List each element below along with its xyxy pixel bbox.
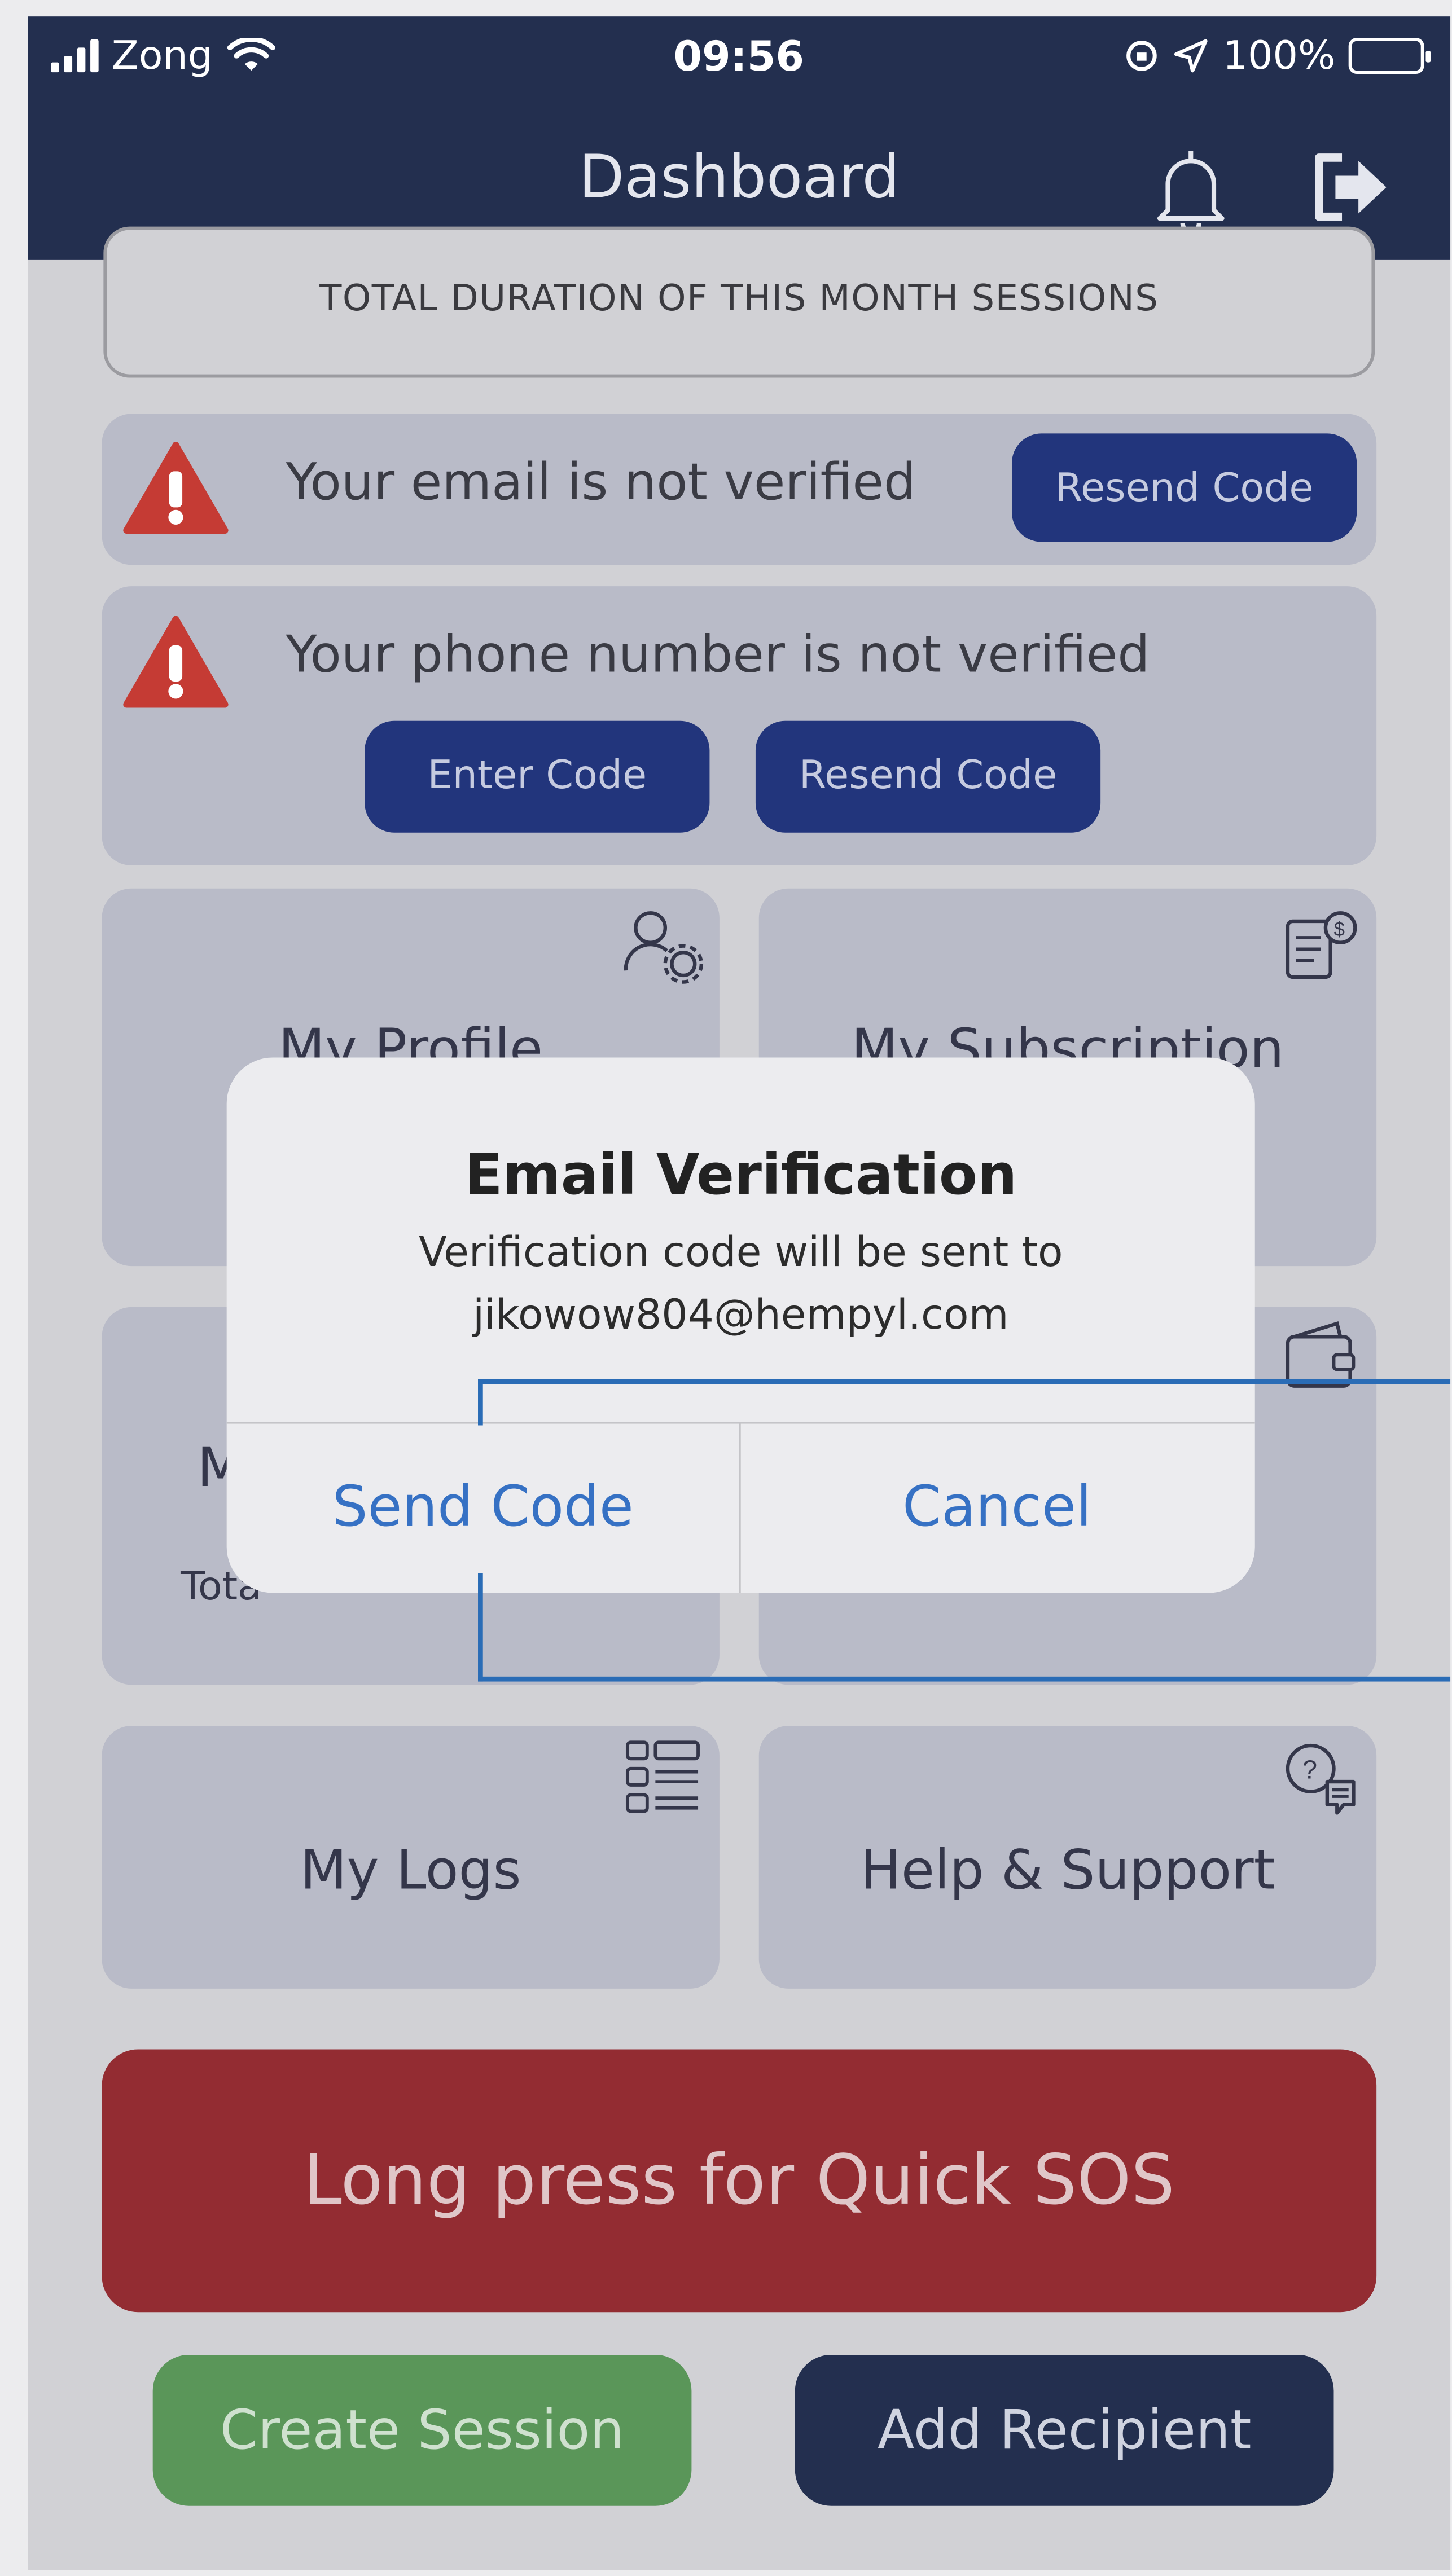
help-chat-icon: ? — [1286, 1743, 1356, 1815]
orientation-lock-icon — [1127, 41, 1157, 71]
email-resend-code-button[interactable]: Resend Code — [1011, 433, 1357, 542]
status-bar: Zong 09:56 100% — [28, 16, 1450, 99]
email-verification-dialog: Email Verification Verification code wil… — [226, 1057, 1255, 1593]
status-left: Zong — [51, 33, 275, 79]
dialog-message-line1: Verification code will be sent to — [418, 1228, 1063, 1276]
tile-my-logs[interactable]: My Logs — [102, 1726, 720, 1989]
annotation-line — [478, 1573, 483, 1682]
user-settings-icon — [624, 911, 704, 984]
warning-icon — [123, 441, 229, 534]
enter-code-button[interactable]: Enter Code — [365, 720, 710, 833]
send-code-button[interactable]: Send Code — [227, 1422, 739, 1593]
location-icon — [1174, 39, 1208, 73]
warning-icon — [123, 616, 229, 708]
list-icon — [625, 1740, 700, 1813]
tile-label: Help & Support — [860, 1838, 1275, 1902]
svg-text:$: $ — [1333, 918, 1344, 940]
dialog-title: Email Verification — [464, 1142, 1017, 1209]
status-right: 100% — [1124, 33, 1431, 79]
logout-icon[interactable] — [1309, 148, 1392, 227]
carrier-label: Zong — [111, 33, 213, 79]
phone-alert-card: Your phone number is not verified Enter … — [102, 586, 1377, 865]
bell-icon[interactable] — [1155, 144, 1227, 234]
email-alert-card: Your email is not verified Resend Code — [102, 414, 1377, 565]
battery-percent: 100% — [1222, 33, 1336, 79]
duration-summary: TOTAL DURATION OF THIS MONTH SESSIONS — [103, 226, 1375, 378]
create-session-button[interactable]: Create Session — [152, 2354, 692, 2506]
screen: Zong 09:56 100% Dashboard TOTAL DURATION… — [0, 0, 1452, 2576]
clock: 09:56 — [673, 33, 805, 81]
phone-screen: Zong 09:56 100% Dashboard TOTAL DURATION… — [28, 16, 1451, 2570]
invoice-icon: $ — [1286, 911, 1357, 979]
annotation-line — [478, 1676, 1451, 1682]
dialog-email: jikowow804@hempyl.com — [472, 1290, 1009, 1339]
annotation-line — [478, 1379, 483, 1426]
duration-label: TOTAL DURATION OF THIS MONTH SESSIONS — [319, 279, 1159, 320]
add-recipient-button[interactable]: Add Recipient — [795, 2354, 1334, 2506]
phone-alert-text: Your phone number is not verified — [286, 625, 1150, 685]
annotation-line — [478, 1379, 1451, 1384]
signal-icon — [51, 39, 99, 73]
cancel-button[interactable]: Cancel — [741, 1422, 1253, 1593]
wallet-icon — [1286, 1321, 1356, 1388]
svg-text:?: ? — [1302, 1755, 1317, 1784]
email-alert-text: Your email is not verified — [286, 453, 916, 513]
tile-help-support[interactable]: ? Help & Support — [758, 1726, 1377, 1989]
app-header: Zong 09:56 100% Dashboard — [28, 16, 1451, 260]
page-title: Dashboard — [578, 144, 900, 212]
quick-sos-button[interactable]: Long press for Quick SOS — [102, 2049, 1377, 2313]
battery-icon — [1348, 37, 1431, 74]
wifi-icon — [226, 37, 275, 71]
phone-resend-code-button[interactable]: Resend Code — [755, 720, 1101, 833]
tile-label: My Logs — [300, 1838, 521, 1902]
